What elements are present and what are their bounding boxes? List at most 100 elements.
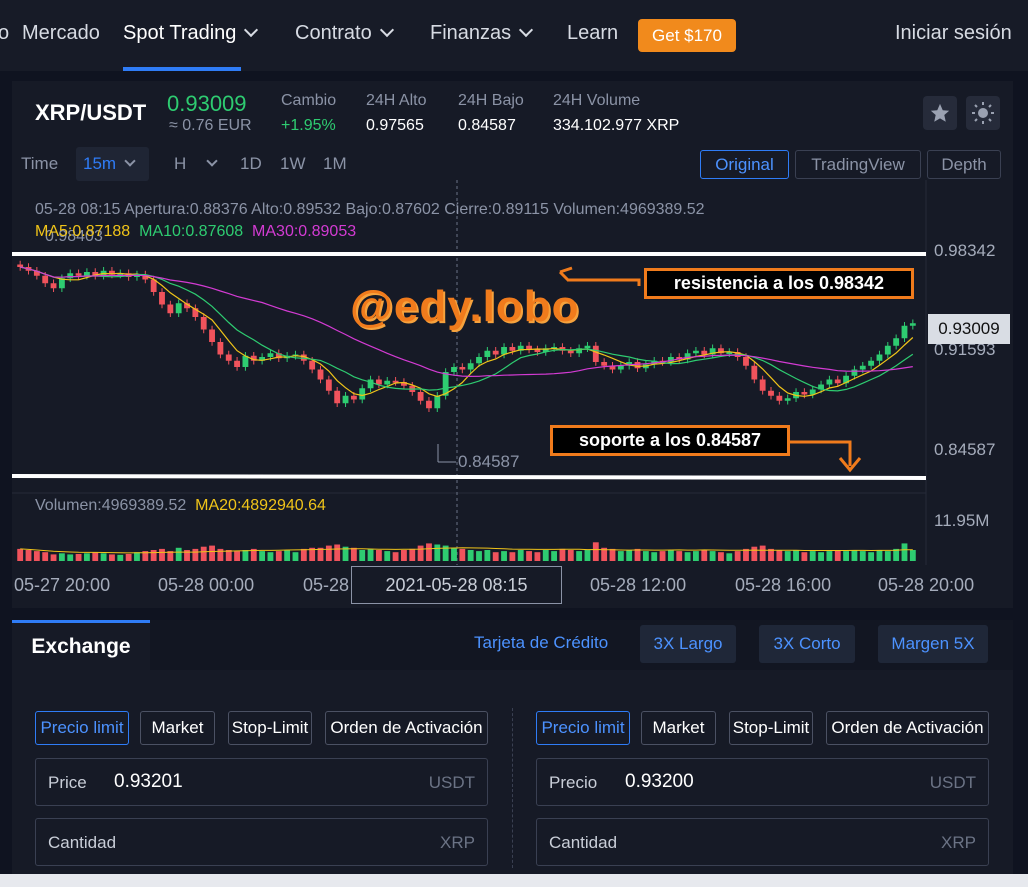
candle-body bbox=[743, 357, 749, 366]
support-annotation: soporte a los 0.84587 bbox=[550, 425, 790, 456]
timeframe-15m[interactable]: 15m bbox=[83, 154, 136, 174]
volume-bar bbox=[33, 551, 40, 561]
candle-body bbox=[492, 350, 499, 355]
volume-bar bbox=[693, 551, 699, 561]
field-unit: USDT bbox=[428, 773, 475, 792]
nav-item-contrato[interactable]: Contrato bbox=[295, 22, 394, 45]
stat-label-high: 24H Alto bbox=[366, 92, 427, 109]
nav-item-learn[interactable]: Learn bbox=[567, 22, 618, 45]
volume-bar bbox=[242, 550, 249, 561]
volume-bar bbox=[367, 548, 374, 561]
credit-card-link[interactable]: Tarjeta de Crédito bbox=[474, 633, 608, 653]
buy-order-trigger[interactable]: Orden de Activación bbox=[325, 711, 488, 745]
nav-item-mercado[interactable]: Mercado bbox=[22, 22, 100, 45]
nav-item-finanzas[interactable]: Finanzas bbox=[430, 22, 534, 45]
nav-item-spot-trading[interactable]: Spot Trading bbox=[123, 22, 259, 45]
buy-quantity-field[interactable]: Cantidad XRP bbox=[35, 818, 488, 866]
timeframe-label: Time bbox=[21, 154, 59, 173]
volume-bar bbox=[576, 551, 583, 561]
favorite-button[interactable] bbox=[923, 96, 957, 130]
volume-bar bbox=[42, 552, 49, 561]
stat-value-change: +1.95% bbox=[281, 117, 336, 134]
timeframe-1w[interactable]: 1W bbox=[280, 154, 306, 174]
nav-label: Contrato bbox=[295, 22, 372, 44]
candle-body bbox=[567, 350, 574, 354]
promo-button[interactable]: Get $170 bbox=[638, 19, 736, 52]
ma30-label: MA30:0.89053 bbox=[252, 223, 357, 240]
field-label: Cantidad bbox=[549, 833, 618, 852]
candle-body bbox=[200, 317, 207, 330]
volume-bar bbox=[117, 554, 124, 561]
view-tradingview-button[interactable]: TradingView bbox=[795, 150, 921, 179]
volume-bar bbox=[551, 551, 558, 561]
field-label: Cantidad bbox=[48, 833, 117, 852]
candle-body bbox=[451, 367, 457, 372]
margin-5x-button[interactable]: Margen 5X bbox=[878, 625, 988, 663]
stat-value-low: 0.84587 bbox=[458, 117, 516, 134]
volume-bar bbox=[109, 554, 115, 561]
candle-body bbox=[367, 379, 374, 389]
long-3x-button[interactable]: 3X Largo bbox=[640, 625, 736, 663]
sell-order-limit[interactable]: Precio limit bbox=[536, 711, 630, 745]
candle-body bbox=[617, 365, 624, 370]
candlestick-chart[interactable] bbox=[12, 180, 1013, 608]
volume-bar bbox=[467, 550, 474, 561]
volume-bar bbox=[459, 548, 466, 561]
volume-bar bbox=[375, 550, 382, 561]
sell-price-field[interactable]: Precio 0.93200 USDT bbox=[536, 758, 989, 806]
field-value: 0.93200 bbox=[625, 771, 694, 792]
nav-item-partial[interactable]: o bbox=[0, 22, 9, 45]
buy-order-stop-limit[interactable]: Stop-Limit bbox=[228, 711, 312, 745]
support-arrow bbox=[790, 440, 852, 466]
theme-toggle-button[interactable] bbox=[966, 96, 1000, 130]
field-label: Price bbox=[48, 773, 87, 792]
active-tab-indicator bbox=[123, 67, 241, 71]
candle-body bbox=[509, 347, 516, 351]
short-3x-button[interactable]: 3X Corto bbox=[759, 625, 855, 663]
candle-body bbox=[834, 379, 841, 384]
timeframe-text: 15m bbox=[83, 154, 117, 173]
candle-body bbox=[634, 362, 641, 369]
volume-bar bbox=[876, 550, 883, 561]
current-price-tag: 0.93009 bbox=[928, 314, 1010, 344]
buy-order-limit[interactable]: Precio limit bbox=[35, 711, 129, 745]
sell-order-trigger[interactable]: Orden de Activación bbox=[826, 711, 989, 745]
y-tick: 0.84587 bbox=[934, 440, 996, 459]
sell-order-stop-limit[interactable]: Stop-Limit bbox=[729, 711, 813, 745]
buy-order-market[interactable]: Market bbox=[140, 711, 215, 745]
candle-body bbox=[17, 264, 24, 267]
candle-body bbox=[217, 342, 224, 355]
x-tick: 05-27 20:00 bbox=[14, 575, 111, 595]
timeframe-text: H bbox=[174, 154, 187, 173]
candle-body bbox=[893, 338, 900, 346]
volume-readout: Volumen:4969389.52 MA20:4892940.64 bbox=[35, 497, 326, 515]
view-original-button[interactable]: Original bbox=[700, 150, 789, 179]
volume-bar bbox=[801, 552, 808, 561]
volume-bar bbox=[642, 551, 649, 561]
resistance-arrowhead bbox=[558, 266, 573, 282]
volume-bar bbox=[776, 550, 783, 561]
candle-body bbox=[901, 325, 908, 339]
timeframe-1d[interactable]: 1D bbox=[240, 154, 262, 174]
volume-bar bbox=[434, 544, 441, 561]
timeframe-h[interactable]: H bbox=[174, 154, 218, 174]
volume-bar bbox=[884, 551, 891, 561]
volume-bar bbox=[292, 552, 299, 561]
volume-bar bbox=[534, 552, 541, 561]
sell-order-market[interactable]: Market bbox=[641, 711, 716, 745]
buy-price-field[interactable]: Price 0.93201 USDT bbox=[35, 758, 488, 806]
volume-bar bbox=[200, 546, 207, 561]
volume-bar bbox=[909, 550, 916, 561]
timeframe-1m[interactable]: 1M bbox=[323, 154, 347, 174]
volume-bar bbox=[492, 552, 499, 561]
stat-label-change: Cambio bbox=[281, 92, 337, 109]
sell-quantity-field[interactable]: Cantidad XRP bbox=[536, 818, 989, 866]
ma10-label: MA10:0.87608 bbox=[139, 223, 244, 240]
login-link[interactable]: Iniciar sesión bbox=[895, 22, 1012, 45]
tab-exchange[interactable]: Exchange bbox=[12, 620, 150, 670]
volume-bar bbox=[684, 552, 691, 561]
volume-bar bbox=[834, 550, 841, 561]
candle-body bbox=[325, 379, 332, 391]
volume-bar bbox=[751, 546, 758, 561]
view-depth-button[interactable]: Depth bbox=[927, 150, 1001, 179]
